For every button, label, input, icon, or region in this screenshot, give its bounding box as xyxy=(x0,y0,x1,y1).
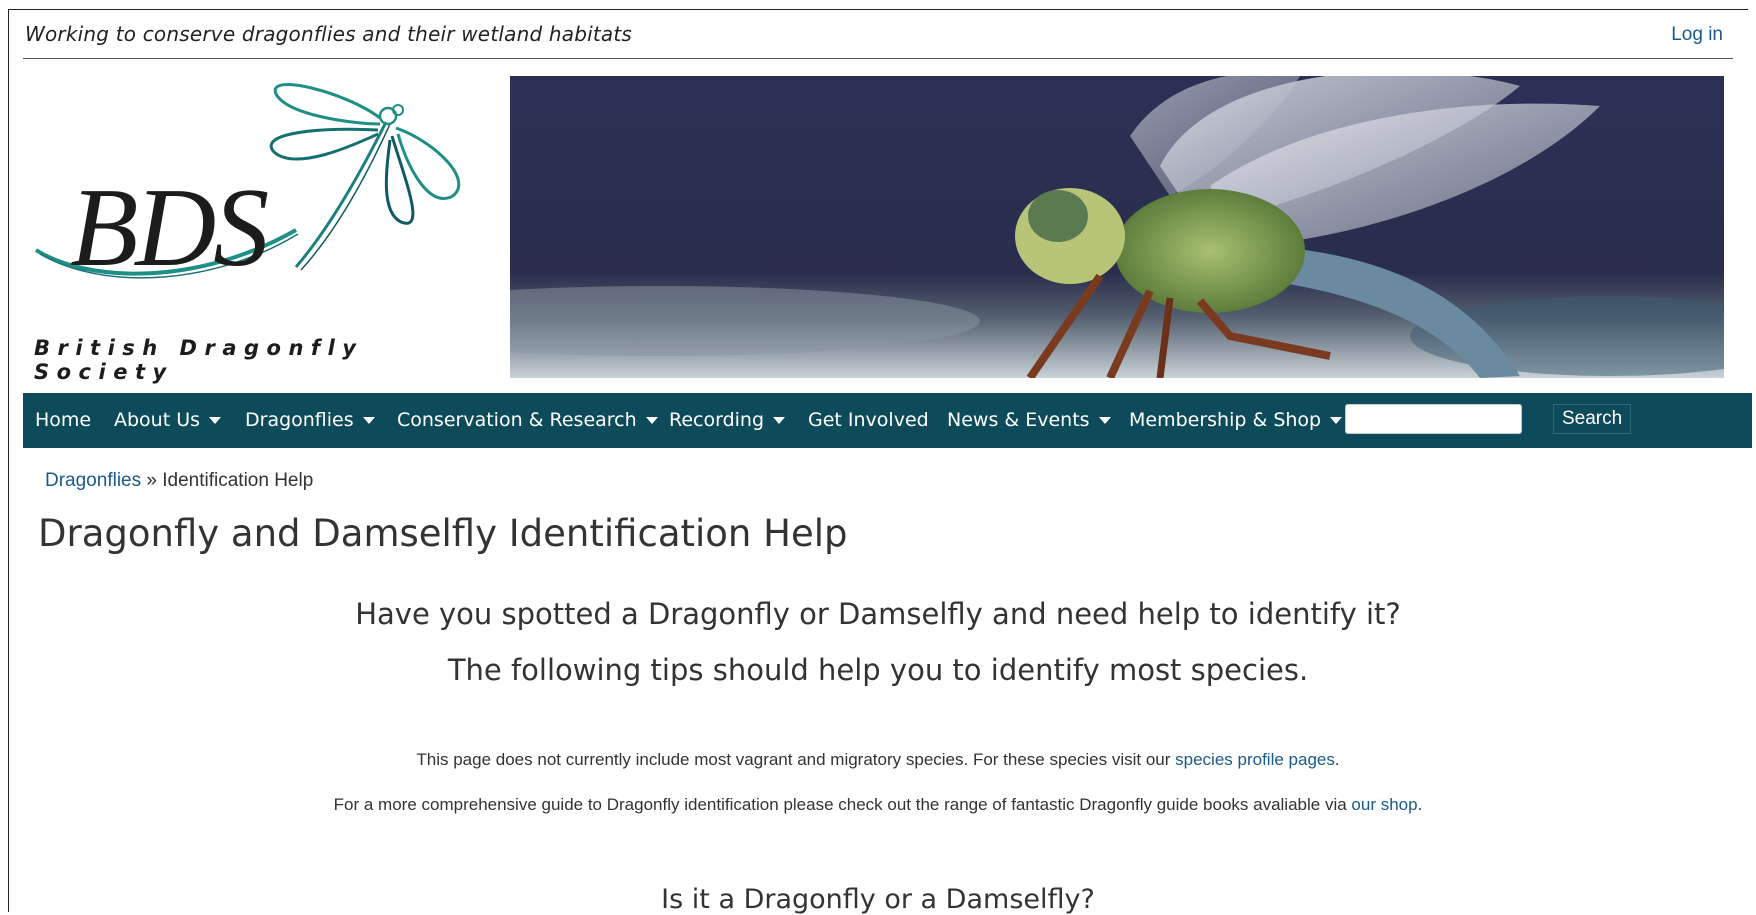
nav-conservation-research[interactable]: Conservation & Research xyxy=(397,409,658,431)
login-link[interactable]: Log in xyxy=(1671,24,1723,46)
nav-membership-shop[interactable]: Membership & Shop xyxy=(1129,409,1343,431)
search-input[interactable] xyxy=(1345,404,1522,434)
section-heading: Is it a Dragonfly or a Damselfly? xyxy=(661,884,1095,915)
caret-down-icon xyxy=(1330,417,1343,424)
shop-link[interactable]: our shop xyxy=(1351,795,1417,814)
caret-down-icon xyxy=(209,417,222,424)
caret-down-icon xyxy=(773,417,786,424)
dragonfly-photo-icon xyxy=(510,76,1724,378)
breadcrumb-dragonflies[interactable]: Dragonflies xyxy=(45,470,141,491)
species-profile-link[interactable]: species profile pages xyxy=(1175,750,1335,769)
top-bar: Working to conserve dragonflies and thei… xyxy=(23,18,1733,59)
logo-letters: BDS xyxy=(70,166,269,290)
caret-down-icon xyxy=(362,417,375,424)
paragraph-guides: For a more comprehensive guide to Dragon… xyxy=(333,795,1423,814)
paragraph-species: This page does not currently include mos… xyxy=(416,750,1340,769)
nav-recording[interactable]: Recording xyxy=(669,409,786,431)
nav-news-events[interactable]: News & Events xyxy=(947,409,1111,431)
search-button[interactable]: Search xyxy=(1553,404,1632,434)
nav-dragonflies[interactable]: Dragonflies xyxy=(245,409,375,431)
nav-get-involved[interactable]: Get Involved xyxy=(808,409,929,431)
breadcrumb: Dragonflies » Identification Help xyxy=(45,470,313,492)
caret-down-icon xyxy=(645,417,658,424)
society-name: British Dragonfly Society xyxy=(34,336,364,384)
site-tagline: Working to conserve dragonflies and thei… xyxy=(25,22,633,46)
site-logo[interactable]: BDS British Dragonfly Society xyxy=(26,72,484,384)
breadcrumb-current: Identification Help xyxy=(162,470,314,491)
page-title: Dragonfly and Damselfly Identification H… xyxy=(38,512,848,555)
intro-subtitle-1: Have you spotted a Dragonfly or Damselfl… xyxy=(355,597,1401,631)
main-nav: Home About Us Dragonflies Conservation &… xyxy=(23,393,1752,448)
nav-home[interactable]: Home xyxy=(35,409,91,431)
nav-about-us[interactable]: About Us xyxy=(114,409,222,431)
caret-down-icon xyxy=(1098,417,1111,424)
breadcrumb-separator: » xyxy=(146,470,157,491)
banner-image xyxy=(510,76,1724,378)
intro-subtitle-2: The following tips should help you to id… xyxy=(447,653,1309,687)
